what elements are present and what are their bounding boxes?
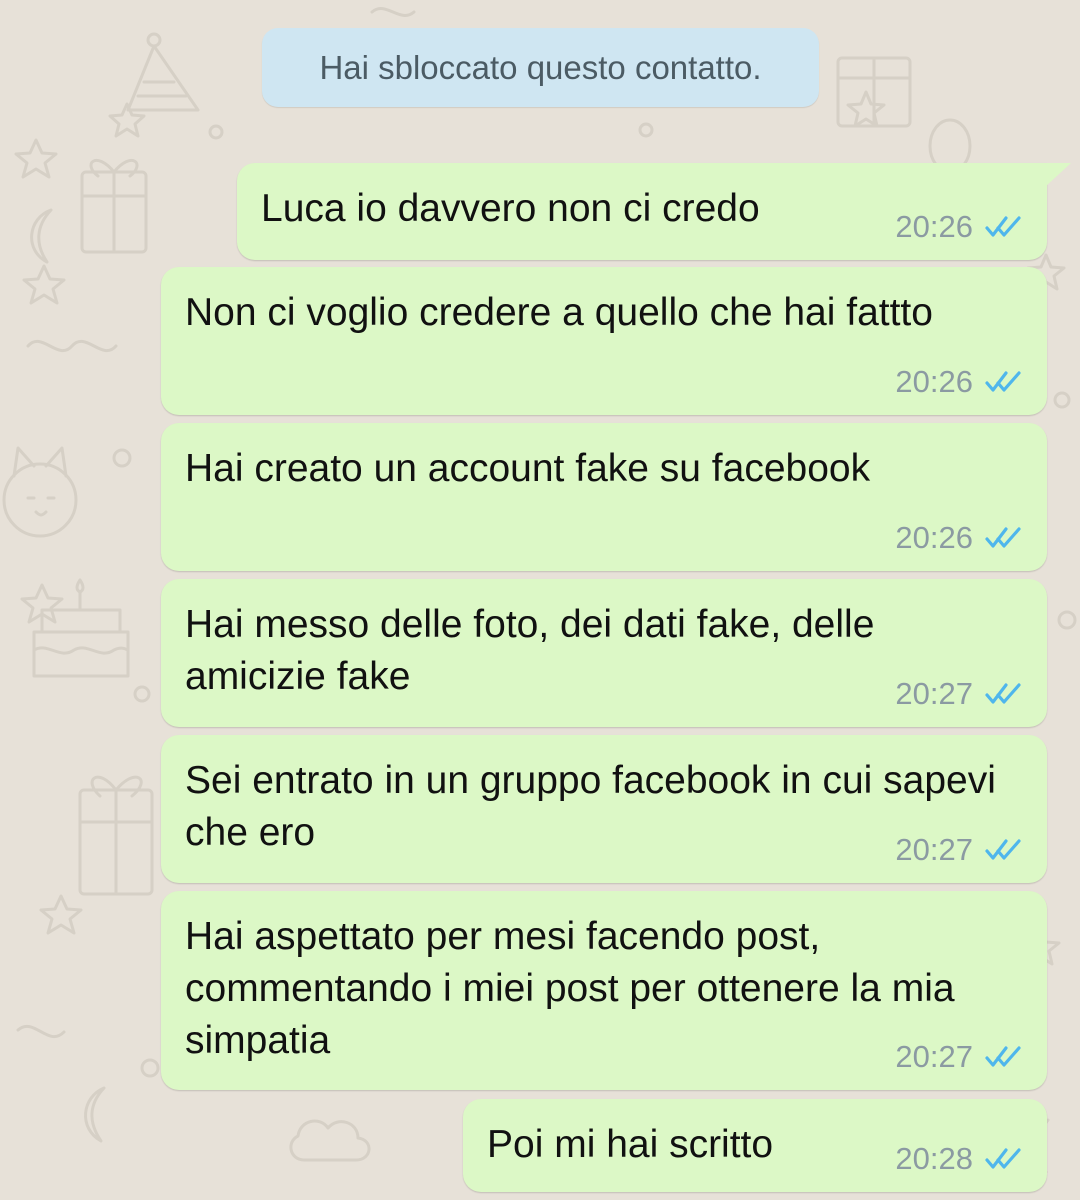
double-check-read-icon bbox=[985, 1148, 1021, 1169]
message-tail-icon bbox=[1045, 163, 1071, 187]
message-time: 20:28 bbox=[895, 1141, 973, 1176]
double-check-read-icon bbox=[985, 683, 1021, 704]
message-bubble[interactable]: Sei entrato in un gruppo facebook in cui… bbox=[161, 735, 1047, 883]
double-check-read-icon bbox=[985, 371, 1021, 392]
message-bubble[interactable]: Hai messo delle foto, dei dati fake, del… bbox=[161, 579, 1047, 727]
message-time: 20:26 bbox=[895, 209, 973, 244]
message-bubble[interactable]: Poi mi hai scritto 20:28 bbox=[463, 1099, 1047, 1192]
message-meta: 20:27 bbox=[895, 833, 1023, 867]
message-text: Non ci voglio credere a quello che hai f… bbox=[185, 291, 933, 334]
message-bubble[interactable]: Hai aspettato per mesi facendo post, com… bbox=[161, 891, 1047, 1090]
chat-conversation: Hai sbloccato questo contatto. Luca io d… bbox=[0, 0, 1080, 1200]
message-meta: 20:26 bbox=[895, 365, 1023, 399]
message-bubble[interactable]: Non ci voglio credere a quello che hai f… bbox=[161, 267, 1047, 415]
message-meta: 20:26 bbox=[895, 521, 1023, 555]
double-check-read-icon bbox=[985, 527, 1021, 548]
message-meta: 20:26 bbox=[895, 210, 1023, 244]
message-bubble[interactable]: Luca io davvero non ci credo 20:26 bbox=[237, 163, 1071, 260]
message-time: 20:27 bbox=[895, 676, 973, 711]
double-check-read-icon bbox=[985, 839, 1021, 860]
message-time: 20:27 bbox=[895, 1039, 973, 1074]
message-bubble[interactable]: Hai creato un account fake su facebook 2… bbox=[161, 423, 1047, 571]
message-meta: 20:28 bbox=[895, 1142, 1023, 1176]
message-time: 20:27 bbox=[895, 832, 973, 867]
unblocked-contact-text: Hai sbloccato questo contatto. bbox=[319, 49, 762, 86]
message-time: 20:26 bbox=[895, 364, 973, 399]
message-time: 20:26 bbox=[895, 520, 973, 555]
unblocked-contact-notice: Hai sbloccato questo contatto. bbox=[262, 28, 819, 107]
double-check-read-icon bbox=[985, 1046, 1021, 1067]
message-meta: 20:27 bbox=[895, 1040, 1023, 1074]
message-text: Hai creato un account fake su facebook bbox=[185, 447, 871, 490]
message-meta: 20:27 bbox=[895, 677, 1023, 711]
double-check-read-icon bbox=[985, 216, 1021, 237]
